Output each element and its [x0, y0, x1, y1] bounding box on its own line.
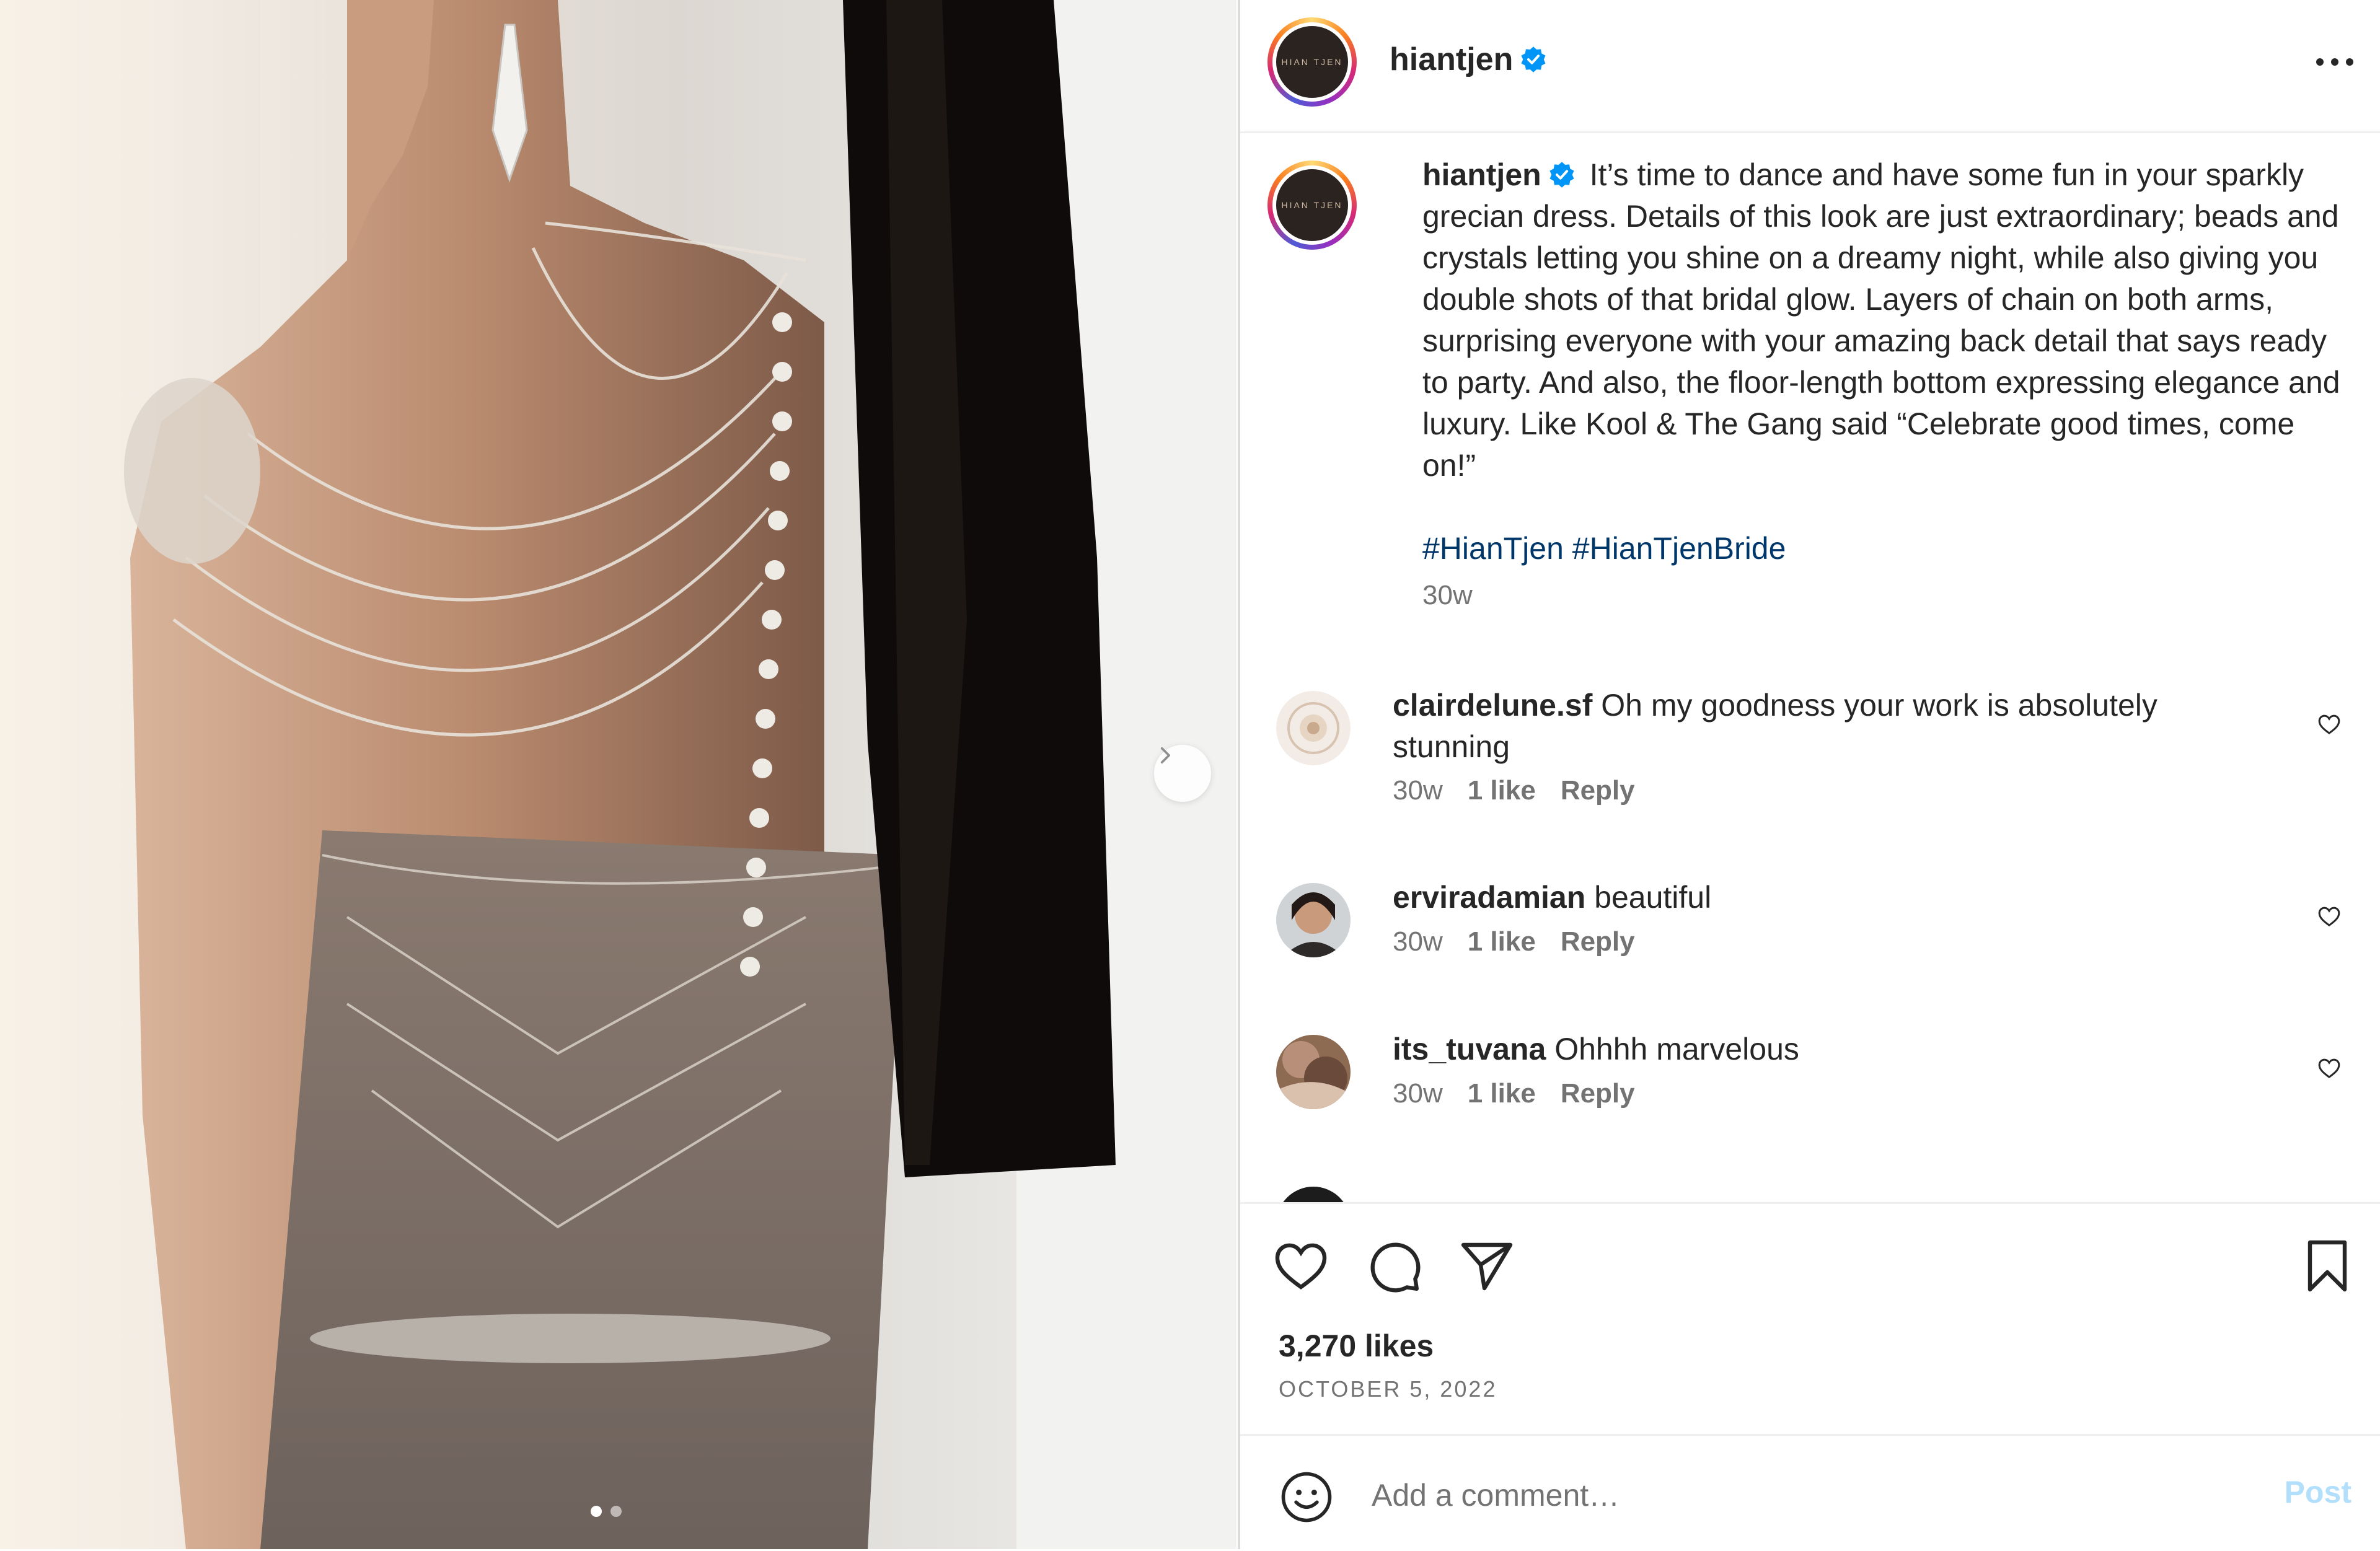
- avatar-image: [1276, 883, 1351, 957]
- bookmark-icon[interactable]: [2298, 1236, 2357, 1296]
- instagram-post-view: HIAN TJEN hiantjen HIAN TJEN hiantjen It…: [0, 0, 2380, 1549]
- comment-meta: 30w 1 like Reply: [1393, 775, 1635, 806]
- caption-hashtags[interactable]: #HianTjen #HianTjenBride: [1422, 528, 2352, 569]
- comment-likes[interactable]: 1 like: [1468, 775, 1536, 806]
- post-details-panel: HIAN TJEN hiantjen HIAN TJEN hiantjen It…: [1238, 0, 2380, 1549]
- comment-time[interactable]: 30w: [1393, 926, 1443, 957]
- comment-reply-button[interactable]: Reply: [1561, 775, 1635, 806]
- heart-icon[interactable]: [2317, 1056, 2342, 1081]
- heart-icon[interactable]: [2317, 712, 2342, 737]
- comment-bubble-icon[interactable]: [1364, 1236, 1424, 1296]
- comment-text-block: clairdelune.sf Oh my goodness your work …: [1393, 685, 2242, 768]
- comment-username[interactable]: clairdelune.sf: [1393, 688, 1592, 723]
- commenter-avatar-partial[interactable]: [1276, 1187, 1351, 1202]
- caption-body: It’s time to dance and have some fun in …: [1422, 157, 2340, 483]
- caption-text-block: hiantjen It’s time to dance and have som…: [1422, 154, 2352, 616]
- commenter-avatar[interactable]: [1276, 883, 1351, 957]
- carousel-indicator: [591, 1506, 622, 1517]
- comment-text-block: erviradamian beautiful: [1393, 877, 2242, 918]
- post-date[interactable]: OCTOBER 5, 2022: [1279, 1376, 1497, 1402]
- avatar-logo: HIAN TJEN: [1276, 26, 1348, 98]
- post-photo[interactable]: [0, 0, 1236, 1549]
- caption-username[interactable]: hiantjen: [1422, 157, 1541, 192]
- verified-badge-icon: [1521, 46, 1546, 72]
- like-count[interactable]: 3,270 likes: [1279, 1328, 1434, 1364]
- comment-meta: 30w 1 like Reply: [1393, 926, 1635, 957]
- commenter-avatar[interactable]: [1276, 1035, 1351, 1109]
- post-header: HIAN TJEN hiantjen: [1240, 0, 2380, 133]
- comment-likes[interactable]: 1 like: [1468, 926, 1536, 957]
- comment-reply-button[interactable]: Reply: [1561, 1078, 1635, 1109]
- caption-author-avatar[interactable]: HIAN TJEN: [1267, 160, 1357, 250]
- comment-time[interactable]: 30w: [1393, 775, 1443, 806]
- add-comment-bar: Post: [1240, 1434, 2380, 1551]
- avatar-logo: HIAN TJEN: [1276, 169, 1348, 241]
- avatar-image: [1276, 1035, 1351, 1109]
- comment-time[interactable]: 30w: [1393, 1078, 1443, 1109]
- caption-time[interactable]: 30w: [1422, 574, 2352, 616]
- smiley-icon[interactable]: [1279, 1469, 1334, 1525]
- author-avatar[interactable]: HIAN TJEN: [1267, 17, 1357, 107]
- avatar-image: [1276, 691, 1351, 765]
- author-username[interactable]: hiantjen: [1390, 42, 1513, 77]
- comment-username[interactable]: erviradamian: [1393, 880, 1585, 915]
- comment-meta: 30w 1 like Reply: [1393, 1078, 1635, 1109]
- avatar-ring-gap: HIAN TJEN: [1272, 22, 1352, 102]
- comment-body: beautiful: [1594, 880, 1712, 915]
- heart-icon[interactable]: [1271, 1236, 1331, 1296]
- comment-text-block: its_tuvana Ohhhh marvelous: [1393, 1029, 2242, 1070]
- comments-list[interactable]: HIAN TJEN hiantjen It’s time to dance an…: [1240, 133, 2380, 1202]
- comment-input[interactable]: [1370, 1467, 2241, 1524]
- paper-plane-icon[interactable]: [1457, 1236, 1517, 1296]
- comment-likes[interactable]: 1 like: [1468, 1078, 1536, 1109]
- author-name-row: hiantjen: [1390, 41, 1548, 78]
- heart-icon[interactable]: [2317, 904, 2342, 929]
- comment-reply-button[interactable]: Reply: [1561, 926, 1635, 957]
- photo-illustration: [0, 0, 1236, 1549]
- post-actions: 3,270 likes OCTOBER 5, 2022: [1240, 1202, 2380, 1436]
- comment-username[interactable]: its_tuvana: [1393, 1032, 1546, 1066]
- more-horizontal-icon[interactable]: [2310, 50, 2360, 74]
- commenter-avatar[interactable]: [1276, 691, 1351, 765]
- carousel-next-button[interactable]: [1154, 745, 1211, 802]
- carousel-dot: [610, 1506, 622, 1517]
- avatar-ring-gap: HIAN TJEN: [1272, 165, 1352, 245]
- chevron-right-icon: [1160, 747, 1170, 764]
- carousel-dot-active: [591, 1506, 602, 1517]
- comment-body: Ohhhh marvelous: [1554, 1032, 1799, 1066]
- verified-badge-icon: [1549, 162, 1574, 188]
- post-comment-button[interactable]: Post: [2285, 1474, 2351, 1510]
